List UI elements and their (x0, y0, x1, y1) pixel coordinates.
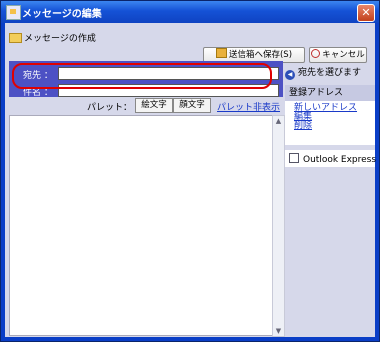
message-edit-window: メッセージの編集 ✕ メッセージの作成 送信箱へ保存(S) キャンセル 宛先 ：… (0, 0, 380, 342)
kaomoji-button[interactable]: 顔文字 (173, 98, 211, 113)
cancel-button[interactable]: キャンセル (309, 47, 367, 63)
choose-recipient-link[interactable]: ◀ 宛先を選びます (285, 65, 361, 80)
message-body-editor[interactable] (9, 115, 273, 336)
outlook-express-panel: Outlook Express (285, 150, 377, 167)
app-icon (6, 5, 21, 20)
compose-title: メッセージの作成 (24, 34, 96, 44)
outlook-express-label: Outlook Express (303, 155, 377, 165)
scroll-up-arrow-icon[interactable]: ▲ (273, 116, 284, 126)
outlook-express-toggle[interactable]: Outlook Express (285, 150, 377, 165)
outlook-express-checkbox[interactable] (289, 153, 299, 163)
cancel-icon (311, 49, 321, 58)
body-scrollbar[interactable]: ▲ ▼ (272, 115, 285, 337)
close-button[interactable]: ✕ (357, 4, 375, 22)
scroll-down-arrow-icon[interactable]: ▼ (273, 326, 284, 336)
folder-icon (9, 33, 22, 43)
delete-address-link[interactable]: 削除 (294, 122, 375, 131)
title-bar[interactable]: メッセージの編集 ✕ (1, 1, 379, 23)
save-icon (215, 48, 227, 58)
emoji-button[interactable]: 絵文字 (135, 98, 173, 113)
registered-address-panel: 登録アドレス 新しいアドレス 編集 削除 (285, 85, 375, 145)
palette-label: パレット： (87, 103, 133, 113)
window-title: メッセージの編集 (22, 9, 102, 20)
back-arrow-icon: ◀ (285, 70, 295, 80)
cancel-label: キャンセル (322, 50, 365, 60)
client-area: メッセージの作成 送信箱へ保存(S) キャンセル 宛先 ： 件名 ： パレット：… (5, 23, 377, 337)
registered-address-title: 登録アドレス (285, 85, 375, 101)
save-label: 送信箱へ保存(S) (228, 50, 293, 60)
to-field-highlight (12, 63, 272, 89)
hide-palette-link[interactable]: パレット非表示 (217, 100, 280, 113)
palette-bar: パレット： 絵文字 顔文字 パレット非表示 (9, 97, 283, 115)
choose-recipient-label: 宛先を選びます (298, 68, 362, 78)
